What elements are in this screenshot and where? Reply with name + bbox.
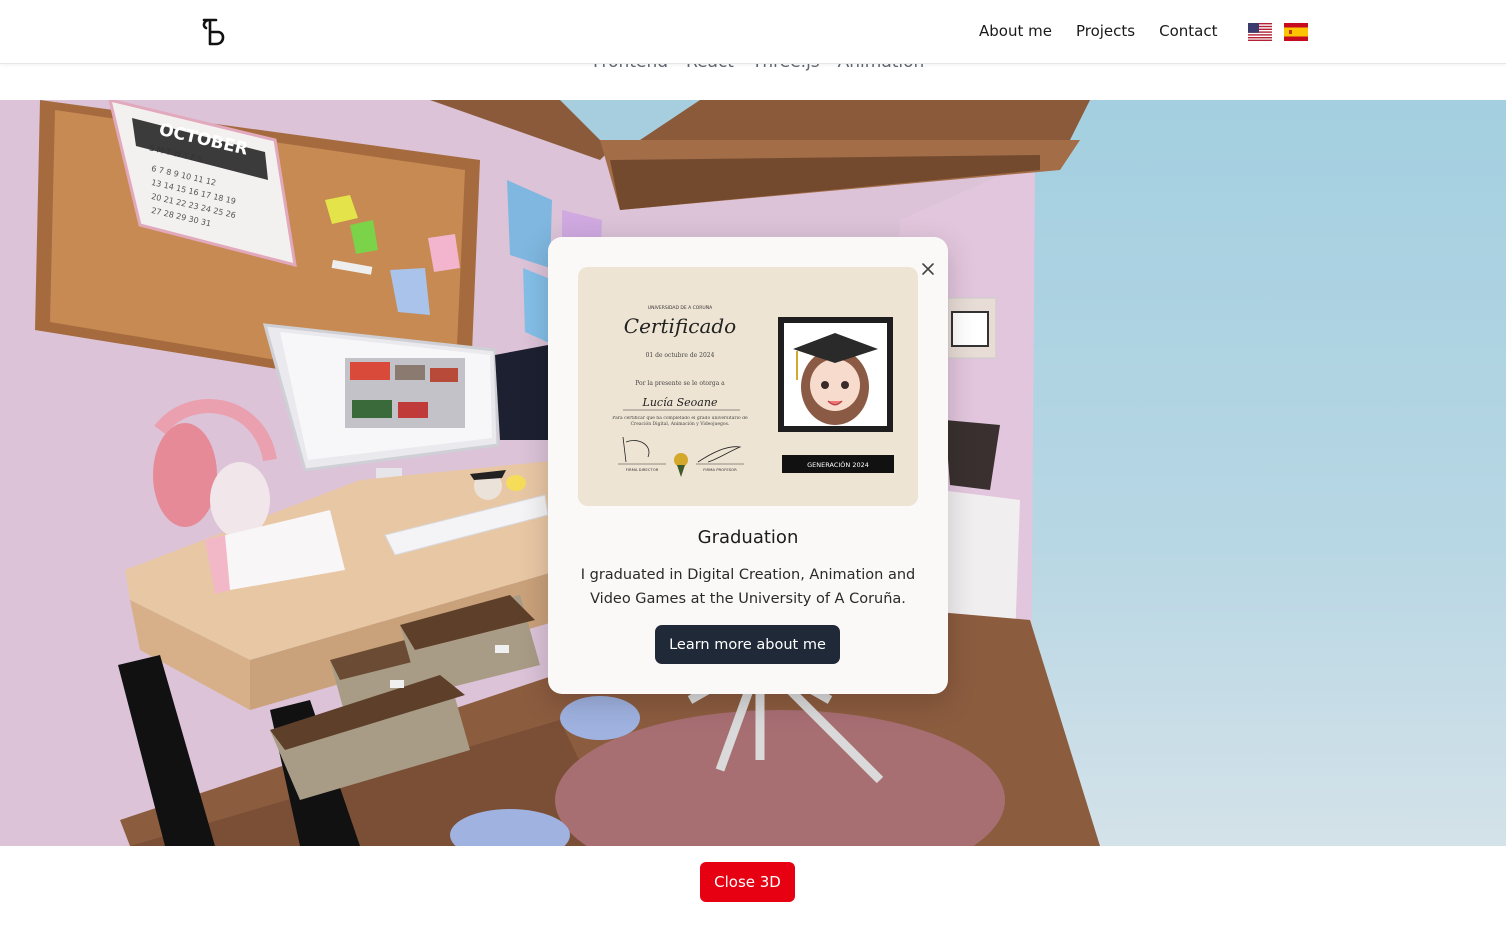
logo-icon[interactable] bbox=[198, 14, 228, 50]
tag-react: React bbox=[686, 64, 734, 72]
language-switcher bbox=[1248, 23, 1308, 41]
modal-description: I graduated in Digital Creation, Animati… bbox=[580, 567, 916, 607]
cert-sign-right: FIRMA PROFESOR bbox=[703, 467, 737, 472]
main-nav: About me Projects Contact bbox=[979, 22, 1217, 40]
tag-animation: Animation bbox=[838, 64, 925, 72]
nav-contact[interactable]: Contact bbox=[1159, 22, 1217, 40]
graduation-modal: UNIVERSIDAD DE A CORUÑA Certificado 01 d… bbox=[548, 237, 948, 694]
cert-generation: GENERACIÓN 2024 bbox=[807, 460, 869, 469]
cert-sign-left: FIRMA DIRECTOR bbox=[626, 467, 659, 472]
cert-date: 01 de octubre de 2024 bbox=[646, 352, 715, 359]
spanish-flag-icon[interactable] bbox=[1284, 23, 1308, 41]
close-3d-button[interactable]: Close 3D bbox=[700, 862, 795, 902]
modal-title: Graduation bbox=[697, 527, 799, 548]
cert-heading: Certificado bbox=[624, 314, 736, 338]
close-icon[interactable] bbox=[920, 261, 936, 277]
cert-body: Para certificar que ha completado el gra… bbox=[612, 416, 748, 427]
nav-about-me[interactable]: About me bbox=[979, 22, 1052, 40]
english-flag-icon[interactable] bbox=[1248, 23, 1272, 41]
tag-frontend: Frontend bbox=[593, 64, 668, 72]
site-header: About me Projects Contact bbox=[0, 0, 1506, 64]
cert-granted: Por la presente se le otorga a bbox=[635, 380, 725, 387]
certificate-image: UNIVERSIDAD DE A CORUÑA Certificado 01 d… bbox=[578, 267, 918, 506]
nav-projects[interactable]: Projects bbox=[1076, 22, 1135, 40]
tech-tags: Frontend React Three.js Animation bbox=[0, 64, 1506, 100]
cert-name: Lucía Seoane bbox=[642, 396, 718, 409]
tag-threejs: Three.js bbox=[752, 64, 820, 72]
learn-more-button[interactable]: Learn more about me bbox=[655, 625, 840, 664]
cert-university: UNIVERSIDAD DE A CORUÑA bbox=[648, 304, 713, 311]
seal-icon bbox=[674, 453, 688, 467]
